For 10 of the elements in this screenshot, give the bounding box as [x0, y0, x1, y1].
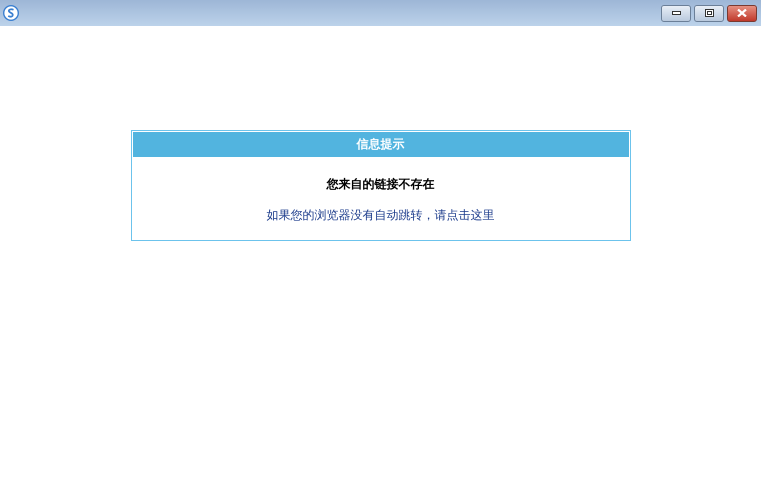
maximize-button[interactable]: [694, 4, 724, 22]
minimize-icon: [672, 11, 680, 15]
error-message: 您来自的链接不存在: [326, 176, 434, 193]
close-icon: [737, 9, 747, 17]
redirect-link[interactable]: 如果您的浏览器没有自动跳转，请点击这里: [266, 207, 494, 224]
app-logo-icon: [3, 5, 19, 21]
minimize-button[interactable]: [661, 4, 691, 22]
close-button[interactable]: [727, 4, 757, 22]
panel-title: 信息提示: [356, 136, 404, 153]
maximize-icon: [704, 9, 714, 17]
